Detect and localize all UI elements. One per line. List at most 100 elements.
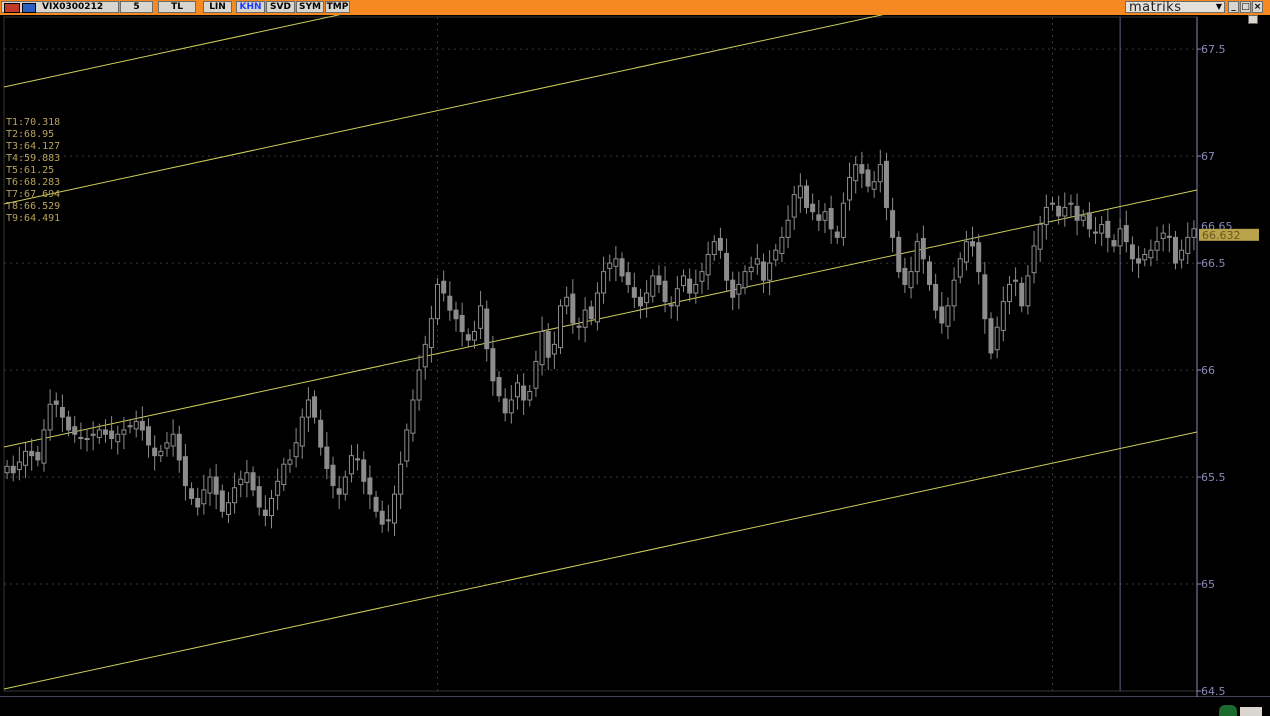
candle-body <box>1117 228 1123 247</box>
status-bar <box>0 697 1270 716</box>
candle-body <box>982 274 988 320</box>
candle-body <box>1025 275 1031 307</box>
candle-body <box>1074 205 1080 221</box>
candle-body <box>496 377 502 397</box>
candle-body <box>594 292 600 323</box>
candle-body <box>102 429 108 435</box>
candle-body <box>1136 258 1142 264</box>
candle-body <box>926 261 932 285</box>
candle-body <box>883 160 889 208</box>
legend-item: T3:64.127 <box>6 141 61 152</box>
candle-body <box>1123 225 1129 243</box>
candle-body <box>1166 235 1172 238</box>
candle-body <box>1086 212 1092 230</box>
candle-body <box>1148 249 1154 259</box>
candle-body <box>625 272 631 285</box>
candle-body <box>404 429 410 462</box>
candle-body <box>59 406 65 418</box>
candle-body <box>760 261 766 281</box>
y-tick-label: 67.5 <box>1201 43 1226 56</box>
khn-button[interactable]: KHN <box>236 1 265 13</box>
candle-body <box>908 271 914 289</box>
candle-body <box>791 194 797 218</box>
candle-body <box>748 266 754 273</box>
y-tick-label: 65 <box>1201 578 1215 591</box>
candle-body <box>182 456 188 487</box>
y-tick-label: 67 <box>1201 150 1215 163</box>
candle-body <box>53 400 59 405</box>
candle-body <box>601 271 607 294</box>
candle-body <box>558 305 564 349</box>
candle-body <box>398 463 404 495</box>
candle-body <box>367 477 373 495</box>
candle-body <box>1056 205 1062 217</box>
candle-body <box>1031 245 1037 274</box>
candle-body <box>312 396 318 418</box>
candle-body <box>355 458 361 461</box>
level-legend: T1:70.318 T2:68.95 T3:64.127 T4:59.883 T… <box>6 117 60 225</box>
svd-button[interactable]: SVD <box>266 1 295 13</box>
candle-body <box>10 465 16 474</box>
chevron-down-icon: ▼ <box>1215 2 1222 11</box>
lin-button[interactable]: LIN <box>203 1 232 13</box>
period-selector[interactable]: 5 <box>120 1 153 13</box>
candle-body <box>607 262 613 269</box>
candle-body <box>385 519 391 522</box>
candle-body <box>90 433 96 436</box>
candle-body <box>238 478 244 486</box>
y-tick-label: 65.5 <box>1201 471 1226 484</box>
candle-body <box>545 331 551 358</box>
candle-body <box>773 249 779 261</box>
candle-body <box>342 476 348 495</box>
close-button[interactable]: × <box>1252 1 1263 13</box>
maximize-button[interactable]: □ <box>1240 1 1251 13</box>
legend-item: T6:68.283 <box>6 177 61 188</box>
candle-body <box>687 278 693 294</box>
candle-body <box>890 210 896 238</box>
candle-body <box>336 488 342 495</box>
chart-type-icon[interactable] <box>4 3 20 13</box>
candle-body <box>662 280 668 303</box>
candle-body <box>195 497 201 508</box>
tmp-button[interactable]: TMP <box>325 1 350 13</box>
candle-body <box>847 176 853 201</box>
candle-body <box>871 181 877 190</box>
sym-button[interactable]: SYM <box>296 1 324 13</box>
candle-body <box>84 438 90 441</box>
legend-item: T9:64.491 <box>6 213 61 224</box>
candle-body <box>988 318 994 354</box>
candle-body <box>810 203 816 213</box>
candle-body <box>681 275 687 287</box>
candle-body <box>1068 202 1074 205</box>
candle-body <box>963 241 969 263</box>
candlestick-chart[interactable]: 67.56766.56665.56564.5192066.6566.632 <box>0 15 1270 697</box>
candle-body <box>853 164 859 182</box>
brand-dropdown[interactable]: matriks ▼ <box>1125 0 1225 15</box>
flag-icon[interactable] <box>22 3 36 13</box>
candle-body <box>834 231 840 238</box>
candle-body <box>656 275 662 285</box>
candle-body <box>920 237 926 260</box>
legend-item: T5:61.25 <box>6 165 55 176</box>
tl-button[interactable]: TL <box>158 1 196 13</box>
candle-body <box>72 426 78 435</box>
candle-body <box>109 430 115 440</box>
scroll-handle[interactable] <box>1240 707 1262 716</box>
candle-body <box>244 472 250 483</box>
minimize-button[interactable]: _ <box>1228 1 1239 13</box>
candle-body <box>933 283 939 311</box>
symbol-selector[interactable]: VIX0300212 <box>1 1 119 13</box>
candle-body <box>330 464 336 487</box>
candle-body <box>551 343 557 355</box>
candle-body <box>637 296 643 307</box>
candle-body <box>478 305 484 329</box>
candle-body <box>724 252 730 281</box>
candle-body <box>754 258 760 265</box>
candle-body <box>422 343 428 368</box>
candle-body <box>711 241 717 256</box>
candle-body <box>219 490 225 512</box>
candle-body <box>533 360 539 389</box>
legend-item: T7:67.694 <box>6 189 61 200</box>
candle-body <box>865 169 871 187</box>
refresh-icon[interactable] <box>1219 705 1237 716</box>
